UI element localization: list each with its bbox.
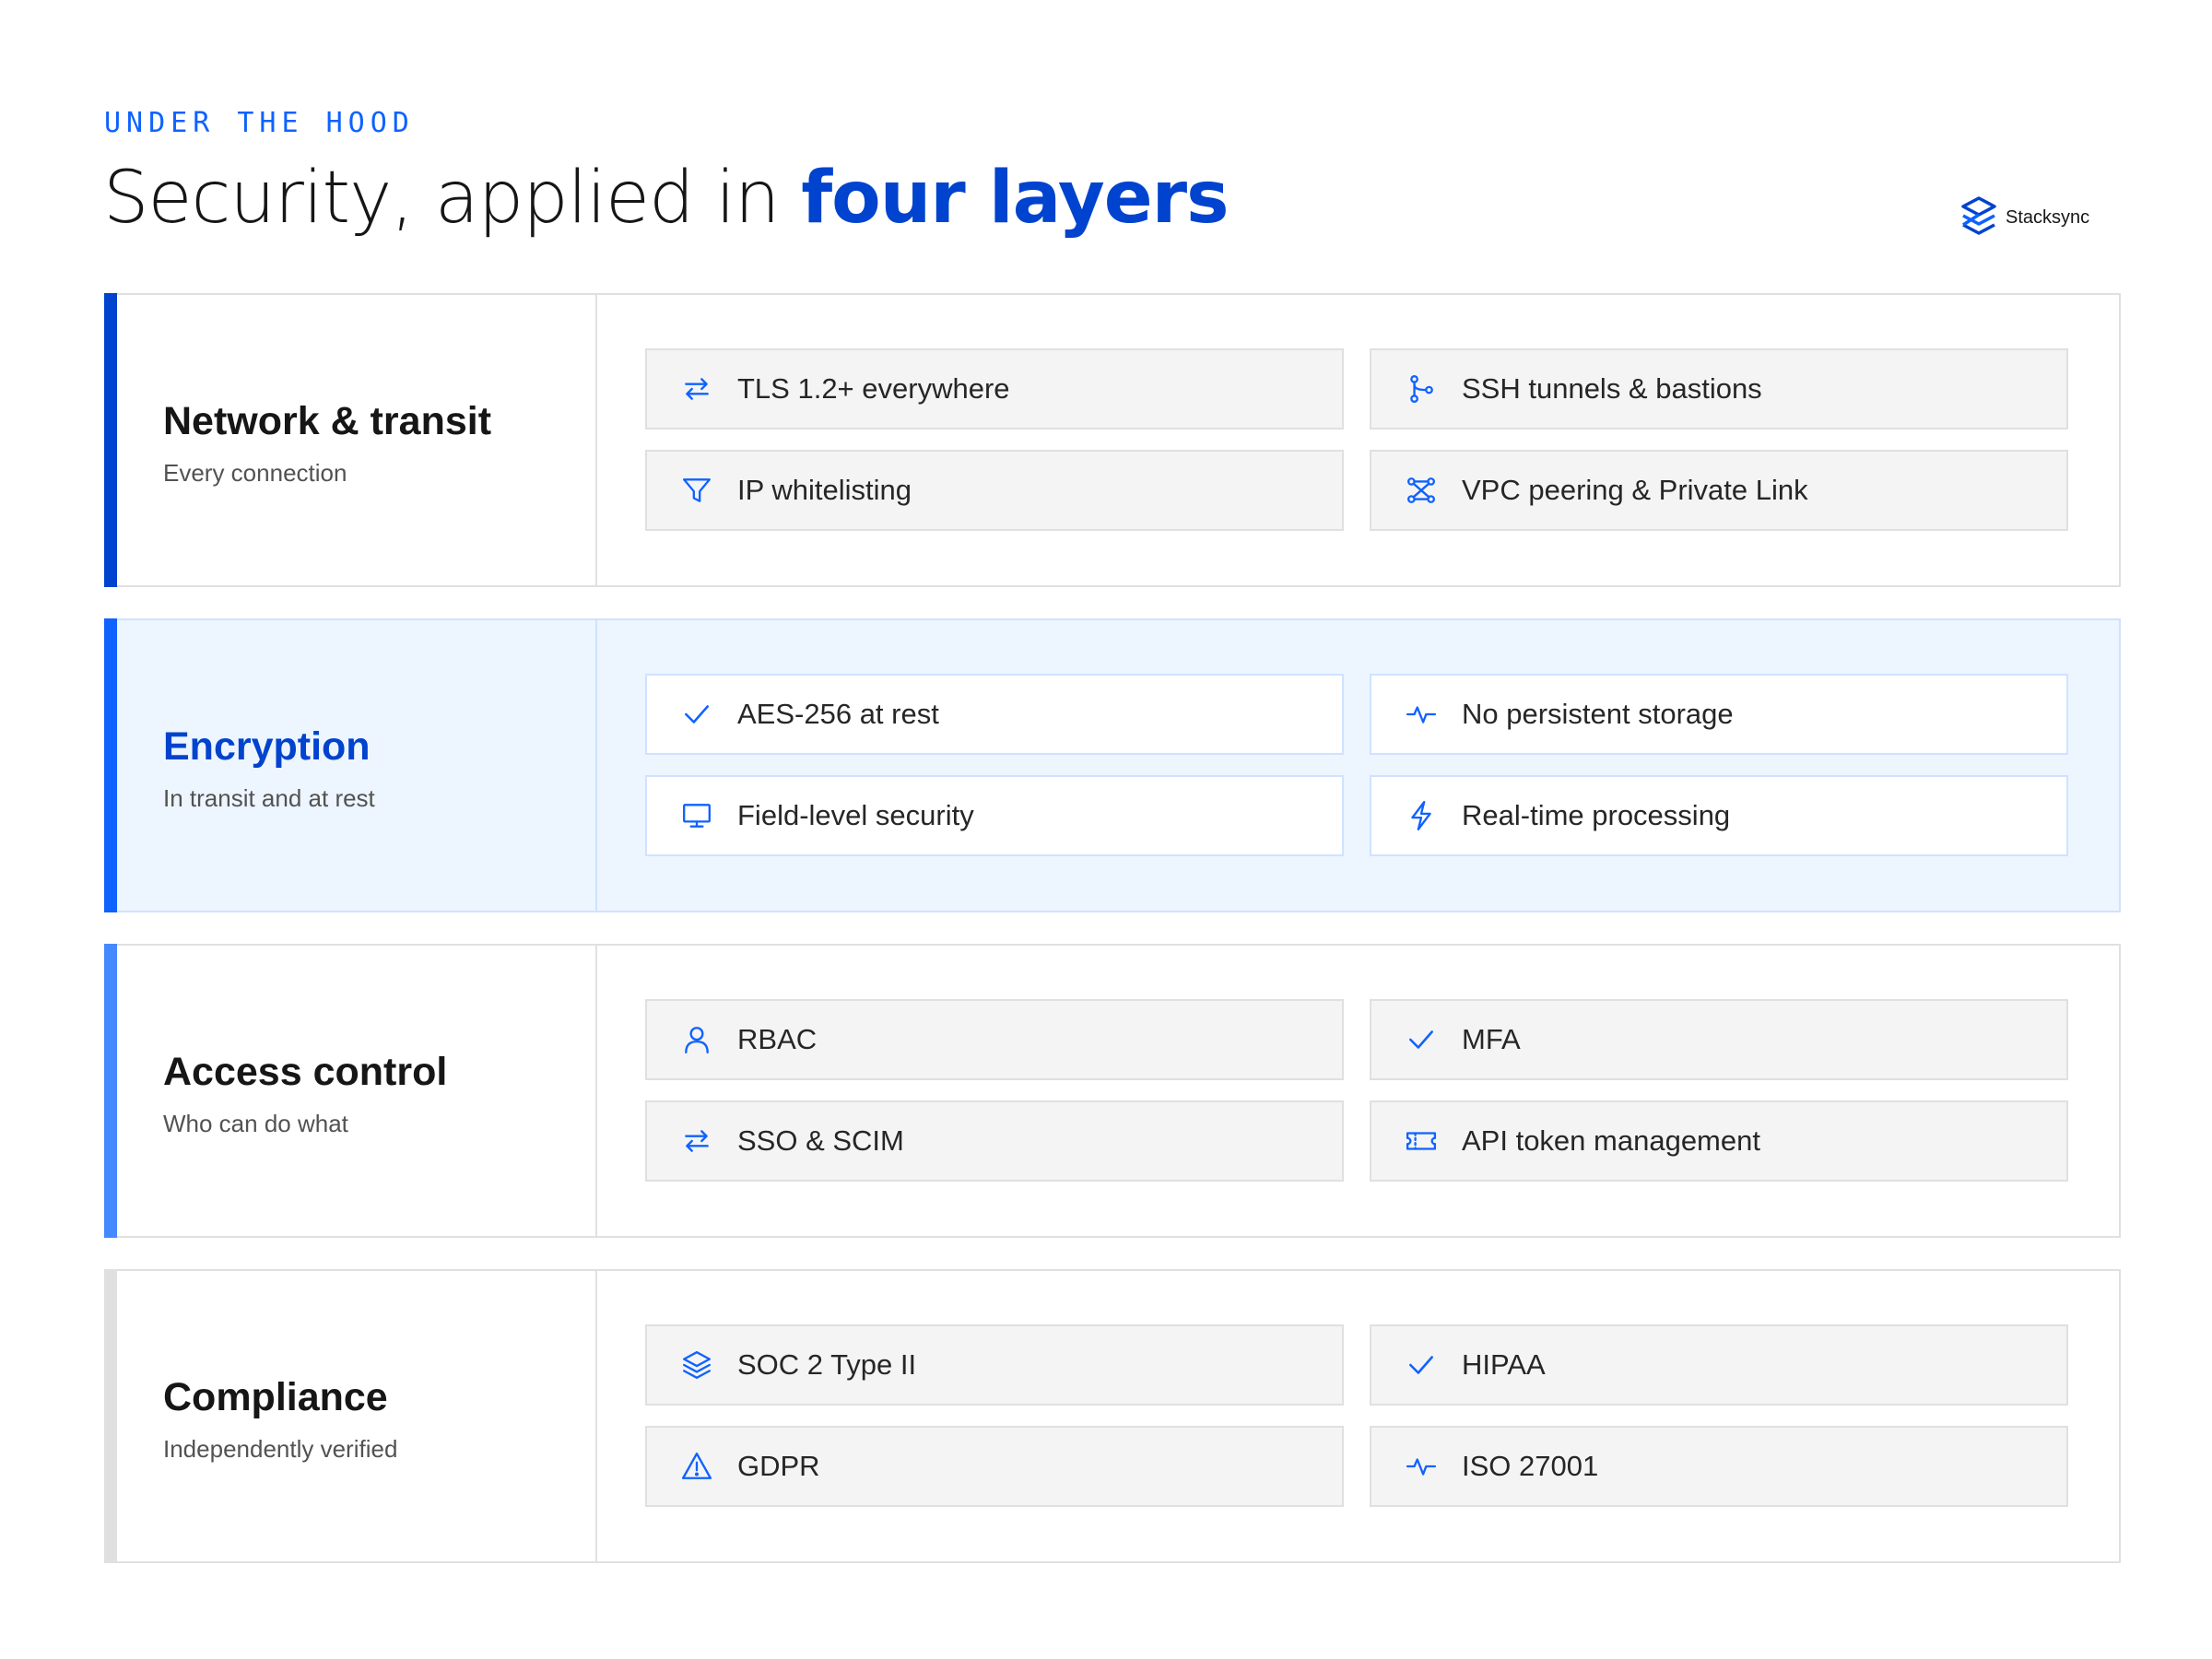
title-highlight: four layers	[801, 157, 1229, 240]
layer-subtitle: In transit and at rest	[163, 783, 375, 812]
stacksync-logo-icon	[1959, 195, 1998, 241]
layer-header: Access control Who can do what	[106, 946, 597, 1236]
activity-icon	[1405, 698, 1438, 731]
feature-item: SSH tunnels & bastions	[1370, 348, 2068, 429]
feature-label: HIPAA	[1462, 1348, 1546, 1381]
layer-compliance: Compliance Independently verified SOC 2 …	[104, 1269, 2121, 1563]
feature-item: IP whitelisting	[645, 450, 1344, 531]
feature-label: ISO 27001	[1462, 1450, 1599, 1482]
layer-header: Compliance Independently verified	[106, 1271, 597, 1561]
layer-subtitle: Independently verified	[163, 1434, 398, 1463]
layer-items: RBAC MFA SSO & SCIM API token management	[597, 946, 2119, 1236]
feature-item: API token management	[1370, 1100, 2068, 1182]
feature-label: SSH tunnels & bastions	[1462, 372, 1762, 405]
feature-label: SSO & SCIM	[737, 1124, 904, 1157]
feature-label: No persistent storage	[1462, 698, 1734, 730]
feature-item: TLS 1.2+ everywhere	[645, 348, 1344, 429]
feature-item: SOC 2 Type II	[645, 1324, 1344, 1406]
feature-item: RBAC	[645, 999, 1344, 1080]
security-layers: Network & transit Every connection TLS 1…	[104, 293, 2121, 1594]
layer-access-control: Access control Who can do what RBAC MFA …	[104, 944, 2121, 1238]
feature-label: TLS 1.2+ everywhere	[737, 372, 1010, 405]
layer-title: Encryption	[163, 724, 371, 769]
feature-item: MFA	[1370, 999, 2068, 1080]
layer-items: AES-256 at rest No persistent storage Fi…	[597, 620, 2119, 911]
feature-item: SSO & SCIM	[645, 1100, 1344, 1182]
layer-items: SOC 2 Type II HIPAA GDPR ISO 27001	[597, 1271, 2119, 1561]
layer-header: Network & transit Every connection	[106, 295, 597, 585]
brand-name: Stacksync	[2006, 207, 2090, 228]
feature-item: HIPAA	[1370, 1324, 2068, 1406]
layer-network-transit: Network & transit Every connection TLS 1…	[104, 293, 2121, 587]
layer-encryption: Encryption In transit and at rest AES-25…	[104, 618, 2121, 912]
feature-item: ISO 27001	[1370, 1426, 2068, 1507]
feature-label: MFA	[1462, 1023, 1521, 1055]
checkmark-icon	[1405, 1023, 1438, 1056]
feature-item: Real-time processing	[1370, 775, 2068, 856]
layer-accent-bar	[104, 1269, 117, 1563]
feature-label: IP whitelisting	[737, 474, 912, 506]
eyebrow-label: UNDER THE HOOD	[104, 107, 415, 139]
checkmark-icon	[680, 698, 713, 731]
filter-icon	[680, 474, 713, 507]
user-icon	[680, 1023, 713, 1056]
checkmark-icon	[1405, 1348, 1438, 1382]
feature-label: AES-256 at rest	[737, 698, 939, 730]
layer-title: Access control	[163, 1049, 448, 1094]
feature-item: Field-level security	[645, 775, 1344, 856]
brand-logo: Stacksync	[1959, 195, 2089, 241]
network-icon	[1405, 474, 1438, 507]
feature-item: No persistent storage	[1370, 674, 2068, 755]
feature-label: GDPR	[737, 1450, 820, 1482]
arrows-horizontal-icon	[680, 372, 713, 406]
feature-label: Field-level security	[737, 799, 974, 831]
feature-label: API token management	[1462, 1124, 1760, 1157]
layer-accent-bar	[104, 293, 117, 587]
feature-label: SOC 2 Type II	[737, 1348, 917, 1381]
layer-title: Network & transit	[163, 398, 492, 443]
feature-item: GDPR	[645, 1426, 1344, 1507]
feature-item: VPC peering & Private Link	[1370, 450, 2068, 531]
layer-header: Encryption In transit and at rest	[106, 620, 597, 911]
feature-label: VPC peering & Private Link	[1462, 474, 1808, 506]
layer-accent-bar	[104, 944, 117, 1238]
layer-title: Compliance	[163, 1374, 388, 1419]
layer-items: TLS 1.2+ everywhere SSH tunnels & bastio…	[597, 295, 2119, 585]
layer-accent-bar	[104, 618, 117, 912]
title-prefix: Security, applied in	[103, 157, 802, 240]
layers-icon	[680, 1348, 713, 1382]
feature-label: Real-time processing	[1462, 799, 1731, 831]
ticket-icon	[1405, 1124, 1438, 1158]
warning-triangle-icon	[680, 1450, 713, 1483]
monitor-icon	[680, 799, 713, 832]
layer-subtitle: Who can do what	[163, 1109, 348, 1137]
page-title: Security, applied in four layers	[103, 157, 1230, 240]
layer-subtitle: Every connection	[163, 458, 347, 487]
feature-item: AES-256 at rest	[645, 674, 1344, 755]
arrows-horizontal-icon	[680, 1124, 713, 1158]
branch-icon	[1405, 372, 1438, 406]
lightning-icon	[1405, 799, 1438, 832]
feature-label: RBAC	[737, 1023, 818, 1055]
activity-icon	[1405, 1450, 1438, 1483]
